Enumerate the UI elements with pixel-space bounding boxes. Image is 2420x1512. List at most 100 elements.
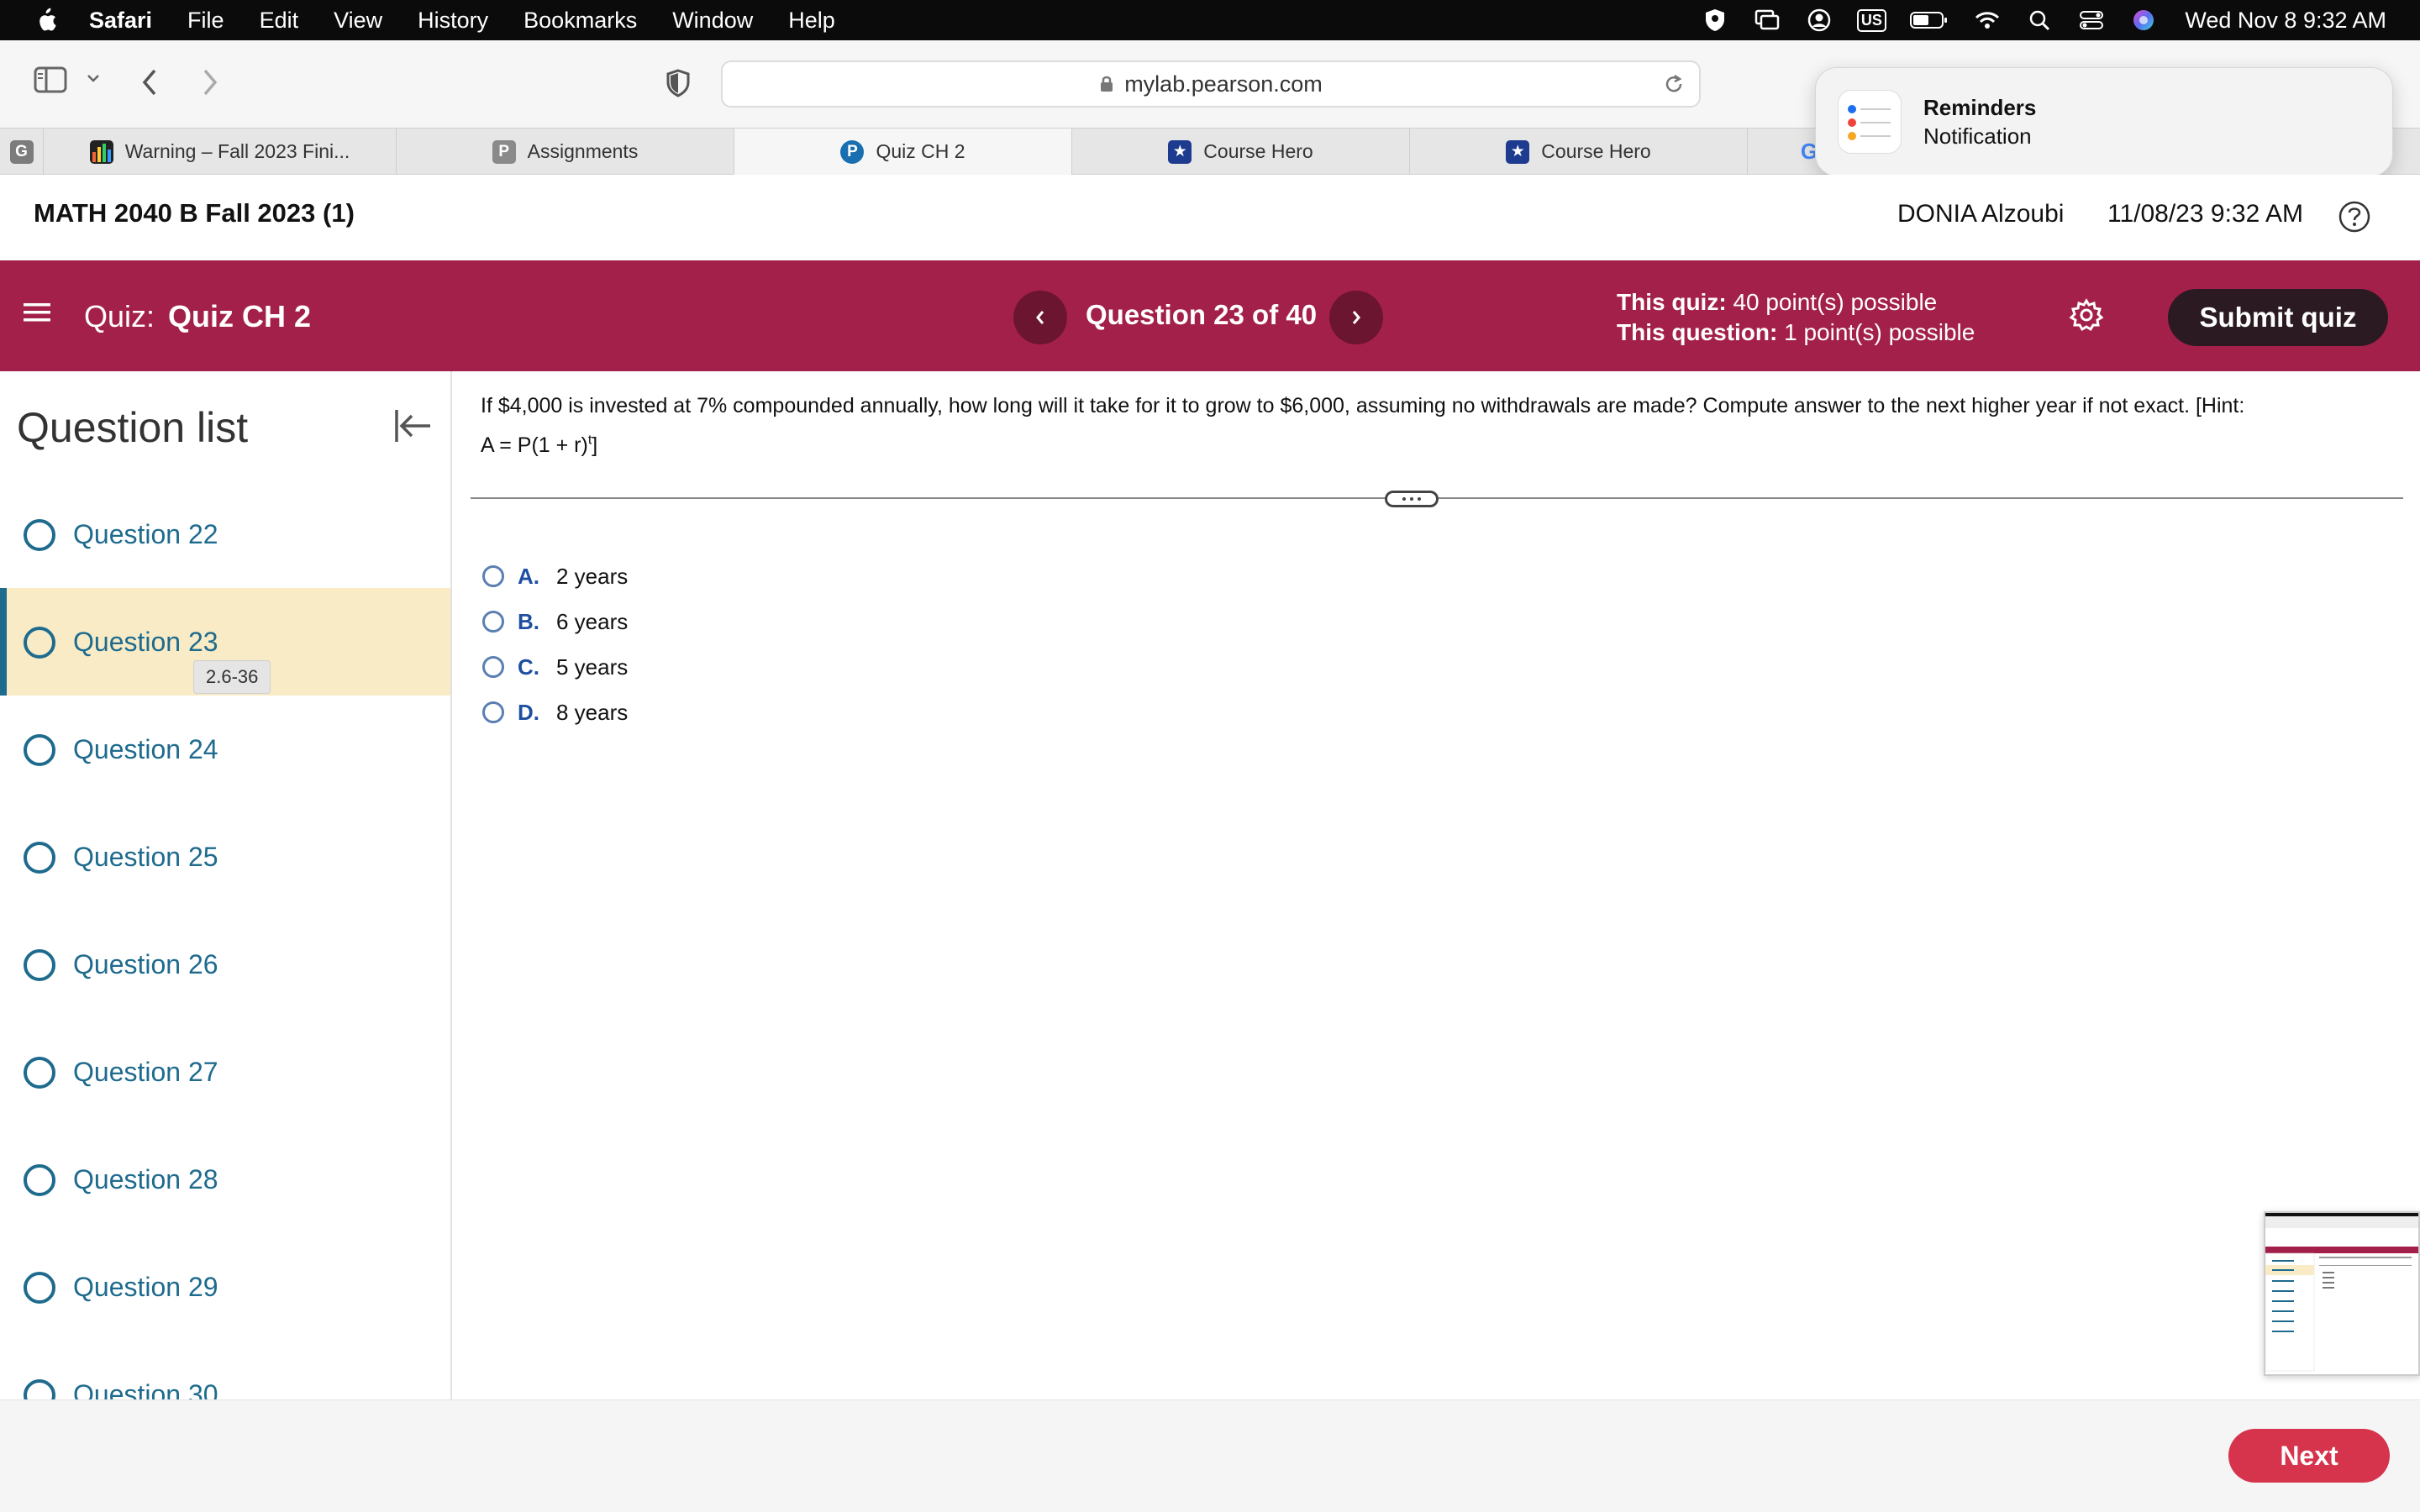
user-account-icon[interactable]	[1803, 4, 1835, 36]
option-text: 2 years	[556, 563, 629, 589]
sidebar-toggle-icon[interactable]	[34, 66, 69, 94]
question-link[interactable]: Question 24	[73, 734, 218, 765]
question-link[interactable]: Question 29	[73, 1272, 218, 1303]
menu-view[interactable]: View	[334, 8, 382, 34]
chevron-down-icon[interactable]	[86, 72, 101, 84]
battery-icon[interactable]	[1907, 4, 1951, 36]
menu-safari[interactable]: Safari	[89, 8, 152, 34]
question-link[interactable]: Question 26	[73, 949, 218, 980]
control-center-icon[interactable]	[2075, 4, 2107, 36]
question-list-item-current[interactable]: Question 23 2.6-36	[0, 588, 450, 696]
question-link[interactable]: Question 27	[73, 1057, 218, 1088]
answer-option-b[interactable]: B. 6 years	[482, 605, 628, 638]
question-list-item[interactable]: Question 28	[0, 1126, 450, 1233]
settings-gear-icon[interactable]	[2069, 297, 2104, 337]
url-text: mylab.pearson.com	[1124, 71, 1323, 97]
question-list-sidebar: Question list Question 22 Question 23 2.…	[0, 371, 452, 1399]
apple-menu-icon[interactable]	[29, 7, 62, 34]
wifi-icon[interactable]	[1971, 4, 2003, 36]
question-counter: Question 23 of 40	[1086, 299, 1318, 330]
tab-course-hero-2[interactable]: ★ Course Hero	[1410, 129, 1748, 175]
previous-question-button[interactable]	[1013, 291, 1067, 344]
status-circle-icon	[24, 949, 55, 981]
menu-window[interactable]: Window	[672, 8, 753, 34]
question-link[interactable]: Question 22	[73, 519, 218, 550]
grammarly-icon: G	[9, 139, 34, 164]
option-letter: B.	[518, 608, 539, 634]
tab-grammarly[interactable]: G	[0, 129, 44, 175]
user-name: DONIA Alzoubi	[1897, 200, 2065, 228]
question-link[interactable]: Question 23	[73, 627, 218, 658]
answer-option-a[interactable]: A. 2 years	[482, 559, 628, 593]
reload-icon[interactable]	[1662, 72, 1686, 102]
tab-label: Course Hero	[1541, 140, 1651, 162]
reminders-notification[interactable]: Reminders Notification	[1815, 67, 2393, 176]
tab-warning[interactable]: Warning – Fall 2023 Fini...	[44, 129, 397, 175]
menu-help[interactable]: Help	[788, 8, 835, 34]
siri-icon[interactable]	[2128, 4, 2160, 36]
menu-hamburger-icon[interactable]	[24, 301, 50, 328]
chevron-right-icon	[1352, 311, 1360, 324]
question-list-item[interactable]: Question 25	[0, 803, 450, 911]
screenshot-thumbnail[interactable]	[2264, 1211, 2420, 1376]
menu-clock[interactable]: Wed Nov 8 9:32 AM	[2185, 8, 2386, 34]
radio-button[interactable]	[482, 656, 504, 678]
option-text: 5 years	[556, 654, 629, 680]
radio-button[interactable]	[482, 701, 504, 723]
tab-assignments[interactable]: P Assignments	[397, 129, 734, 175]
menu-file[interactable]: File	[187, 8, 224, 34]
quiz-points-label: This quiz:	[1617, 289, 1727, 315]
question-list-item[interactable]: Question 30	[0, 1341, 450, 1399]
question-list-item[interactable]: Question 26	[0, 911, 450, 1018]
status-circle-icon	[24, 519, 55, 551]
question-list-item[interactable]: Question 27	[0, 1018, 450, 1126]
question-link[interactable]: Question 30	[73, 1379, 218, 1399]
status-circle-icon	[24, 1272, 55, 1304]
macos-menu-bar: Safari File Edit View History Bookmarks …	[0, 0, 2420, 40]
next-question-button[interactable]	[1329, 291, 1383, 344]
question-id-tooltip: 2.6-36	[193, 660, 271, 694]
status-area: US Wed Nov 8 9:32 AM	[1699, 0, 2420, 40]
question-list-item[interactable]: Question 24	[0, 696, 450, 803]
vpn-shield-icon[interactable]	[1699, 4, 1731, 36]
spotlight-search-icon[interactable]	[2023, 4, 2055, 36]
tab-label: Warning – Fall 2023 Fini...	[124, 140, 350, 162]
forward-icon[interactable]	[200, 67, 220, 97]
help-icon[interactable]	[2338, 200, 2371, 238]
tab-label: Quiz CH 2	[876, 140, 965, 162]
answer-option-c[interactable]: C. 5 years	[482, 650, 628, 684]
quiz-header-bar: Quiz: Quiz CH 2 Question 23 of 40 This q…	[0, 260, 2420, 371]
status-circle-icon	[24, 627, 55, 659]
answer-option-d[interactable]: D. 8 years	[482, 696, 628, 729]
submit-quiz-button[interactable]: Submit quiz	[2168, 289, 2388, 346]
quiz-footer: Next	[0, 1399, 2420, 1512]
radio-button[interactable]	[482, 611, 504, 633]
tab-course-hero-1[interactable]: ★ Course Hero	[1072, 129, 1410, 175]
question-points-value: 1 point(s) possible	[1784, 319, 1975, 345]
tab-quiz-ch2[interactable]: P Quiz CH 2	[734, 129, 1072, 175]
question-list-item[interactable]: Question 22	[0, 480, 450, 588]
menu-edit[interactable]: Edit	[260, 8, 299, 34]
screen-mirroring-icon[interactable]	[1751, 4, 1783, 36]
privacy-shield-icon[interactable]	[666, 69, 691, 97]
back-icon[interactable]	[139, 67, 160, 97]
address-bar[interactable]: mylab.pearson.com	[721, 60, 1701, 108]
question-link[interactable]: Question 28	[73, 1164, 218, 1195]
star-icon: ★	[1506, 139, 1530, 164]
hint-formula: A = P(1 + r)t]	[481, 433, 597, 457]
option-text: 6 years	[556, 608, 629, 634]
question-list-item[interactable]: Question 29	[0, 1233, 450, 1341]
notification-body: Notification	[1923, 123, 2032, 149]
quiz-name: Quiz CH 2	[168, 299, 312, 333]
question-list-title: Question list	[17, 404, 249, 451]
status-circle-icon	[24, 1057, 55, 1089]
radio-button[interactable]	[482, 565, 504, 587]
menu-bookmarks[interactable]: Bookmarks	[523, 8, 637, 34]
menu-history[interactable]: History	[418, 8, 488, 34]
next-button[interactable]: Next	[2228, 1429, 2390, 1483]
quiz-label: Quiz:	[84, 299, 155, 333]
keyboard-input-icon[interactable]: US	[1855, 4, 1887, 36]
collapse-sidebar-icon[interactable]	[392, 405, 434, 451]
resize-handle-icon[interactable]	[1385, 491, 1439, 507]
question-link[interactable]: Question 25	[73, 842, 218, 873]
